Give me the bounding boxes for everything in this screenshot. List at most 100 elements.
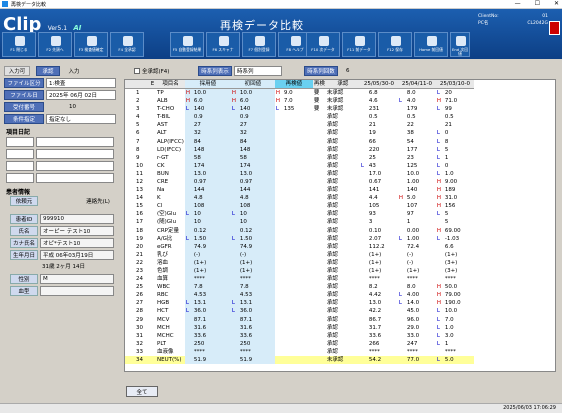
approve-status[interactable]: 承認 xyxy=(326,202,360,210)
file-section-select[interactable]: 1:検査 xyxy=(46,78,116,88)
approve-mode-button[interactable]: 承認 xyxy=(36,66,60,76)
recheck-value[interactable] xyxy=(283,154,313,162)
approve-status[interactable]: 承認 xyxy=(326,170,360,178)
approve-status[interactable]: 承認 xyxy=(326,235,360,243)
approve-status[interactable]: 承認 xyxy=(326,348,360,356)
table-row[interactable]: 12 CRE 0.97 0.97 承認 0.67 1.00 H 9.00 xyxy=(125,177,474,187)
approve-status[interactable]: 未承認 xyxy=(326,89,360,98)
comment-field-8[interactable] xyxy=(36,173,114,183)
table-row[interactable]: 25 WBC 7.8 7.8 承認 8.2 8.0 H 50.0 xyxy=(125,283,474,292)
recheck-select[interactable] xyxy=(313,146,326,154)
f7-individual-button[interactable]: F7 個別登録 xyxy=(242,32,276,57)
recheck-select[interactable] xyxy=(313,162,326,170)
input-mode-button[interactable]: 入力 xyxy=(62,66,86,76)
comment-field-5[interactable] xyxy=(6,161,34,171)
approve-status[interactable]: 承認 xyxy=(326,275,360,283)
recheck-select[interactable] xyxy=(313,137,326,145)
recheck-value[interactable] xyxy=(283,194,313,202)
recheck-value[interactable] xyxy=(283,210,313,218)
recheck-value[interactable] xyxy=(283,348,313,356)
recheck-select[interactable] xyxy=(313,121,326,129)
table-row[interactable]: 7 ALP(IFCC) 84 84 承認 66 54 L 8 xyxy=(125,137,474,146)
approve-status[interactable]: 承認 xyxy=(326,243,360,251)
table-row[interactable]: 34 NEUT(%) 51.9 51.9 未承認 54.2 77.0 L 5.0 xyxy=(125,356,474,365)
table-row[interactable]: 13 Na 144 144 承認 141 140 H 189 xyxy=(125,186,474,195)
recheck-select[interactable] xyxy=(313,332,326,340)
approve-all-checkbox[interactable] xyxy=(134,68,140,74)
recheck-value[interactable] xyxy=(283,243,313,251)
table-row[interactable]: 1 TP H 10.0 H 10.0 H 9.0 要未承認 6.8 8.0 L 20 xyxy=(125,88,474,98)
table-row[interactable]: 8 LD(IFCC) 148 148 承認 220 177 L 5 xyxy=(125,145,474,154)
table-row[interactable]: 2 ALB H 6.0 H 6.0 H 7.0 要未承認 4.6 L 4.0 H 71.0 xyxy=(125,97,474,106)
recheck-value[interactable] xyxy=(283,340,313,348)
table-row[interactable]: 21 乳び (-) (-) 承認 (1+) (-) (1+) xyxy=(125,250,474,259)
comment-field-4[interactable] xyxy=(36,149,114,159)
recheck-value[interactable] xyxy=(283,332,313,340)
approve-status[interactable]: 承認 xyxy=(326,299,360,307)
f2-top-button[interactable]: F2 先頭へ xyxy=(38,32,72,57)
recheck-value[interactable] xyxy=(283,299,313,307)
approve-status[interactable]: 承認 xyxy=(326,210,360,218)
table-row[interactable]: 32 PLT 250 250 承認 266 247 L 1 xyxy=(125,339,474,348)
recheck-value[interactable] xyxy=(283,283,313,291)
recheck-select[interactable] xyxy=(313,316,326,324)
approve-status[interactable]: 承認 xyxy=(326,283,360,291)
recheck-select[interactable] xyxy=(313,235,326,243)
recheck-select[interactable]: 要 xyxy=(313,97,326,105)
recheck-select[interactable] xyxy=(313,186,326,194)
approve-status[interactable]: 承認 xyxy=(326,316,360,324)
approve-status[interactable]: 承認 xyxy=(326,162,360,170)
recheck-select[interactable] xyxy=(313,283,326,291)
recheck-select[interactable] xyxy=(313,218,326,226)
recheck-value[interactable] xyxy=(283,275,313,283)
approve-status[interactable]: 承認 xyxy=(326,146,360,154)
recheck-value[interactable] xyxy=(283,113,313,121)
table-row[interactable]: 20 eGFR 74.9 74.9 承認 112.2 72.4 6.6 xyxy=(125,242,474,251)
recheck-value[interactable] xyxy=(283,251,313,259)
recheck-value[interactable] xyxy=(283,137,313,145)
recheck-value[interactable] xyxy=(283,316,313,324)
approve-status[interactable]: 未承認 xyxy=(326,105,360,113)
approve-status[interactable]: 未承認 xyxy=(326,97,360,105)
approve-status[interactable]: 承認 xyxy=(326,129,360,137)
f1-close-button[interactable]: F1 閉じる xyxy=(2,32,36,57)
recheck-select[interactable] xyxy=(313,113,326,121)
home-prev-value-button[interactable]: Home 前回値 xyxy=(414,32,448,57)
recheck-select[interactable] xyxy=(313,259,326,267)
table-row[interactable]: 29 MCV 87.1 87.1 承認 86.7 96.0 L 7.0 xyxy=(125,315,474,324)
table-row[interactable]: 19 A/G比 L 1.50 L 1.50 承認 2.07 L 1.00 L -1.03 xyxy=(125,234,474,243)
table-row[interactable]: 5 AST 27 27 承認 21 22 21 xyxy=(125,121,474,130)
comment-field-2[interactable] xyxy=(36,137,114,147)
recheck-value[interactable]: 135 xyxy=(283,105,313,113)
comment-field-3[interactable] xyxy=(6,149,34,159)
f12-save-button[interactable]: F12 保存 xyxy=(378,32,412,57)
alert-icon[interactable] xyxy=(549,21,560,35)
recheck-select[interactable] xyxy=(313,178,326,186)
recheck-value[interactable]: 7.0 xyxy=(283,97,313,105)
table-row[interactable]: 14 K 4.8 4.8 承認 4.4 H 5.0 H 31.0 xyxy=(125,194,474,203)
approve-status[interactable]: 承認 xyxy=(326,178,360,186)
recheck-value[interactable] xyxy=(283,307,313,315)
approve-status[interactable]: 承認 xyxy=(326,259,360,267)
recheck-value[interactable] xyxy=(283,162,313,170)
recheck-value[interactable]: 9.0 xyxy=(283,89,313,98)
recheck-select[interactable] xyxy=(313,348,326,356)
table-row[interactable]: 27 HGB L 13.1 L 13.1 承認 13.0 L 14.0 H 190.0 xyxy=(125,299,474,308)
recheck-select[interactable] xyxy=(313,129,326,137)
receipt-number-value[interactable]: 10 xyxy=(46,102,76,112)
comment-field-7[interactable] xyxy=(6,173,34,183)
table-row[interactable]: 15 Cl 108 108 承認 105 107 H 156 xyxy=(125,202,474,211)
recheck-select[interactable] xyxy=(313,202,326,210)
table-row[interactable]: 33 血液像 **** **** 承認 **** **** **** xyxy=(125,347,474,356)
approve-status[interactable]: 承認 xyxy=(326,291,360,299)
table-row[interactable]: 11 BUN 13.0 13.0 承認 17.0 10.0 L 1.0 xyxy=(125,169,474,178)
table-row[interactable]: 26 RBC 4.53 4.53 承認 4.42 L 4.00 H 79.00 xyxy=(125,291,474,300)
approve-status[interactable]: 承認 xyxy=(326,218,360,226)
file-date-input[interactable]: 2025年 06月 02日 xyxy=(46,90,116,100)
table-row[interactable]: 30 MCH 31.6 31.6 承認 31.7 29.0 L 1.0 xyxy=(125,323,474,332)
all-button[interactable]: 全て xyxy=(126,386,158,397)
table-row[interactable]: 31 MCHC 33.6 33.6 承認 33.6 33.0 L 3.0 xyxy=(125,331,474,340)
recheck-value[interactable] xyxy=(283,218,313,226)
minimize-icon[interactable]: — xyxy=(515,0,521,7)
recheck-value[interactable] xyxy=(283,291,313,299)
